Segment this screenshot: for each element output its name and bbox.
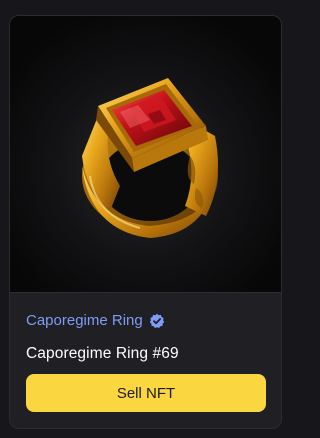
collection-link[interactable]: Caporegime Ring: [26, 312, 165, 330]
verified-badge-icon: [149, 313, 165, 329]
gold-ruby-ring-icon: [10, 16, 281, 292]
collection-name[interactable]: Caporegime Ring: [26, 312, 143, 330]
nft-title: Caporegime Ring #69: [26, 345, 179, 362]
sell-nft-button[interactable]: Sell NFT: [26, 374, 266, 412]
card-divider: [10, 292, 281, 293]
nft-image[interactable]: [10, 16, 281, 292]
nft-card[interactable]: Caporegime Ring Caporegime Ring #69 Sell…: [9, 15, 282, 429]
